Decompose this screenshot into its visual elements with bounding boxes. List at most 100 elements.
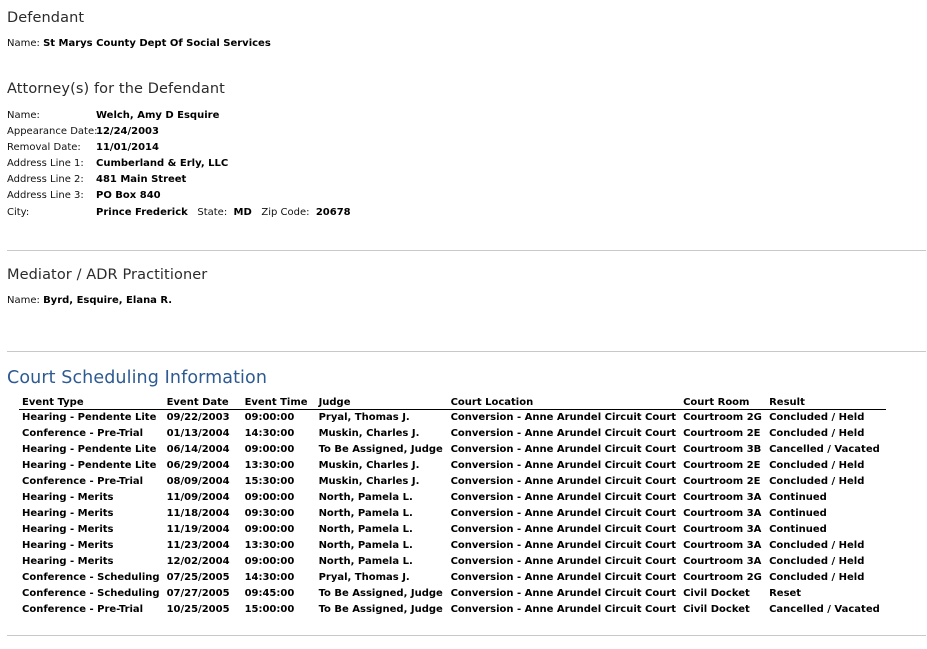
zip-value: 20678 <box>315 207 351 218</box>
result-cell: Concluded / Held <box>769 572 865 583</box>
court-room-cell: Courtroom 3B <box>683 444 762 455</box>
event-date-cell: 11/19/2004 <box>166 524 230 535</box>
table-row: Hearing - Pendente Lite 06/29/2004 13:30… <box>19 458 886 474</box>
event-time-cell: 15:30:00 <box>244 476 295 487</box>
court-room-cell: Courtroom 2G <box>683 572 762 583</box>
address-line2-value: 481 Main Street <box>96 174 187 185</box>
event-date-cell: 07/25/2005 <box>166 572 230 583</box>
event-type-cell: Conference - Scheduling <box>22 588 160 599</box>
table-row: Hearing - Pendente Lite 09/22/2003 09:00… <box>19 410 886 427</box>
column-header-court-room: Court Room <box>680 397 767 410</box>
event-date-cell: 08/09/2004 <box>166 476 230 487</box>
mediator-name-label: Name: <box>7 295 40 306</box>
event-date-cell: 01/13/2004 <box>166 428 230 439</box>
event-type-cell: Hearing - Merits <box>22 524 114 535</box>
column-header-result: Result <box>766 397 887 410</box>
judge-cell: North, Pamela L. <box>318 540 413 551</box>
address-line3-label: Address Line 3: <box>7 190 84 201</box>
event-date-cell: 12/02/2004 <box>166 556 230 567</box>
court-location-cell: Conversion - Anne Arundel Circuit Court <box>450 412 677 423</box>
address-line1-value: Cumberland & Erly, LLC <box>96 158 229 169</box>
scheduling-heading: Court Scheduling Information <box>7 368 268 388</box>
defendant-name-row: Name: St Marys County Dept Of Social Ser… <box>7 38 271 50</box>
result-cell: Concluded / Held <box>769 412 865 423</box>
result-cell: Cancelled / Vacated <box>769 604 880 615</box>
attorney-heading: Attorney(s) for the Defendant <box>7 81 225 97</box>
result-cell: Continued <box>769 508 827 519</box>
court-location-cell: Conversion - Anne Arundel Circuit Court <box>450 492 677 503</box>
event-time-cell: 09:30:00 <box>244 508 295 519</box>
court-room-cell: Courtroom 3A <box>683 540 762 551</box>
event-time-cell: 13:30:00 <box>244 540 295 551</box>
court-location-cell: Conversion - Anne Arundel Circuit Court <box>450 588 677 599</box>
removal-date-label: Removal Date: <box>7 142 81 153</box>
defendant-name-value: St Marys County Dept Of Social Services <box>43 38 271 49</box>
event-time-cell: 09:00:00 <box>244 556 295 567</box>
court-location-cell: Conversion - Anne Arundel Circuit Court <box>450 508 677 519</box>
event-time-cell: 14:30:00 <box>244 428 295 439</box>
event-type-cell: Conference - Pre-Trial <box>22 428 144 439</box>
judge-cell: Muskin, Charles J. <box>318 428 420 439</box>
event-type-cell: Hearing - Pendente Lite <box>22 460 157 471</box>
court-location-cell: Conversion - Anne Arundel Circuit Court <box>450 476 677 487</box>
event-time-cell: 15:00:00 <box>244 604 295 615</box>
result-cell: Continued <box>769 492 827 503</box>
event-date-cell: 11/18/2004 <box>166 508 230 519</box>
table-row: Hearing - Merits 11/19/2004 09:00:00 Nor… <box>19 522 886 538</box>
column-header-event-time: Event Time <box>241 397 316 410</box>
event-type-cell: Hearing - Merits <box>22 508 114 519</box>
defendant-name-label: Name: <box>7 38 40 49</box>
state-label: State: <box>197 207 228 218</box>
event-date-cell: 06/29/2004 <box>166 460 230 471</box>
court-location-cell: Conversion - Anne Arundel Circuit Court <box>450 572 677 583</box>
divider <box>7 250 926 251</box>
mediator-heading: Mediator / ADR Practitioner <box>7 267 208 283</box>
judge-cell: To Be Assigned, Judge <box>318 444 443 455</box>
state-value: MD <box>233 207 252 218</box>
event-date-cell: 06/14/2004 <box>166 444 230 455</box>
divider <box>7 351 926 352</box>
judge-cell: To Be Assigned, Judge <box>318 588 443 599</box>
court-room-cell: Courtroom 2E <box>683 428 761 439</box>
judge-cell: Pryal, Thomas J. <box>318 572 410 583</box>
table-row: Conference - Scheduling 07/27/2005 09:45… <box>19 586 886 602</box>
scheduling-table: Event Type Event Date Event Time Judge C… <box>19 397 887 618</box>
event-time-cell: 09:00:00 <box>244 412 295 423</box>
event-time-cell: 09:45:00 <box>244 588 295 599</box>
event-date-cell: 11/09/2004 <box>166 492 230 503</box>
court-room-cell: Courtroom 2E <box>683 476 761 487</box>
judge-cell: North, Pamela L. <box>318 556 413 567</box>
mediator-name-row: Name: Byrd, Esquire, Elana R. <box>7 295 172 307</box>
court-room-cell: Courtroom 2E <box>683 460 761 471</box>
table-row: Conference - Scheduling 07/25/2005 14:30… <box>19 570 886 586</box>
mediator-name-value: Byrd, Esquire, Elana R. <box>43 295 173 306</box>
judge-cell: To Be Assigned, Judge <box>318 604 443 615</box>
table-header-row: Event Type Event Date Event Time Judge C… <box>19 397 887 410</box>
event-type-cell: Hearing - Pendente Lite <box>22 412 157 423</box>
event-type-cell: Conference - Pre-Trial <box>22 604 144 615</box>
column-header-judge: Judge <box>315 397 448 410</box>
event-type-cell: Conference - Pre-Trial <box>22 476 144 487</box>
event-date-cell: 11/23/2004 <box>166 540 230 551</box>
address-line1-label: Address Line 1: <box>7 158 84 169</box>
court-location-cell: Conversion - Anne Arundel Circuit Court <box>450 428 677 439</box>
court-room-cell: Courtroom 3A <box>683 556 762 567</box>
judge-cell: Pryal, Thomas J. <box>318 412 410 423</box>
table-row: Conference - Pre-Trial 08/09/2004 15:30:… <box>19 474 886 490</box>
table-row: Hearing - Pendente Lite 06/14/2004 09:00… <box>19 442 886 458</box>
judge-cell: North, Pamela L. <box>318 524 413 535</box>
court-location-cell: Conversion - Anne Arundel Circuit Court <box>450 604 677 615</box>
event-date-cell: 09/22/2003 <box>166 412 230 423</box>
removal-date-value: 11/01/2014 <box>96 142 159 153</box>
result-cell: Concluded / Held <box>769 476 865 487</box>
event-date-cell: 07/27/2005 <box>166 588 230 599</box>
event-time-cell: 13:30:00 <box>244 460 295 471</box>
table-row: Conference - Pre-Trial 01/13/2004 14:30:… <box>19 426 886 442</box>
court-room-cell: Courtroom 3A <box>683 524 762 535</box>
result-cell: Concluded / Held <box>769 428 865 439</box>
column-header-court-location: Court Location <box>447 397 681 410</box>
result-cell: Concluded / Held <box>769 556 865 567</box>
attorney-name-value: Welch, Amy D Esquire <box>96 110 220 121</box>
event-time-cell: 14:30:00 <box>244 572 295 583</box>
table-row: Conference - Pre-Trial 10/25/2005 15:00:… <box>19 602 886 618</box>
